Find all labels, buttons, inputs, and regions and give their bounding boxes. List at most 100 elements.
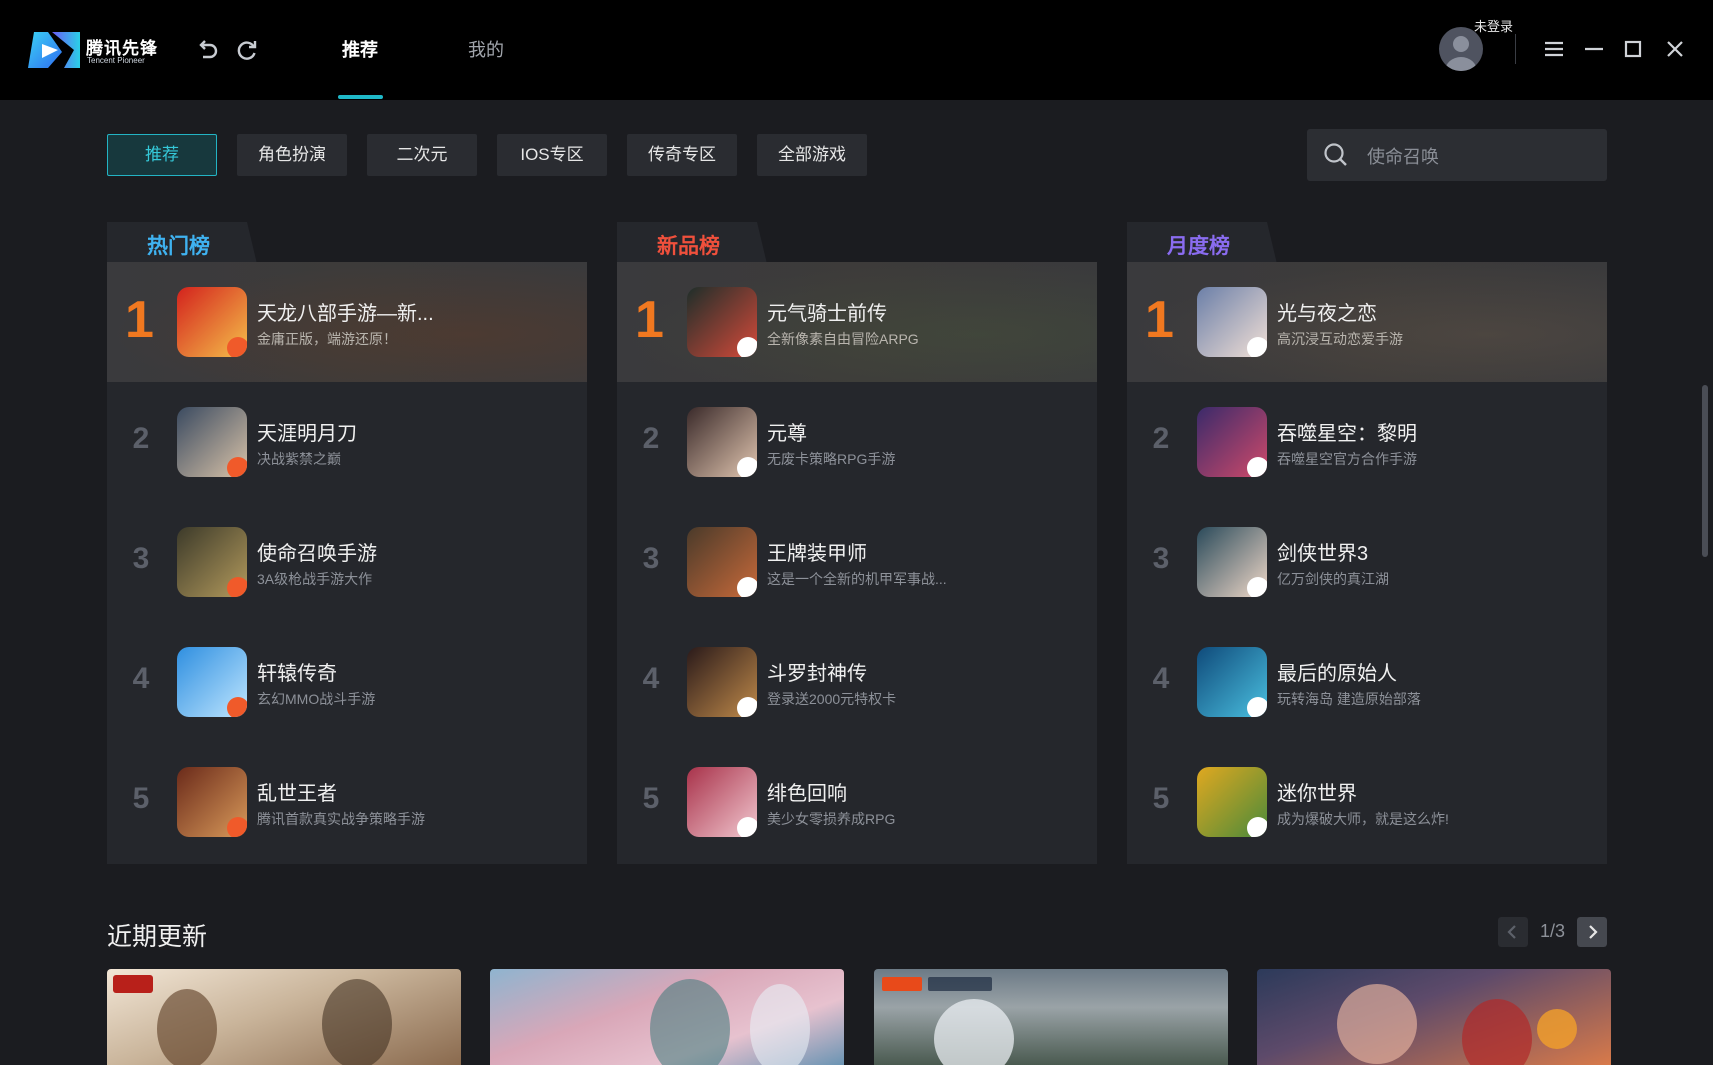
rank-number: 2 [1152, 422, 1170, 455]
game-description: 美少女零损养成RPG [767, 811, 896, 827]
tab-recommend[interactable]: 推荐 [342, 36, 378, 62]
recent-card[interactable] [490, 969, 844, 1065]
recent-card[interactable] [1257, 969, 1611, 1065]
filter-ios[interactable]: IOS专区 [497, 134, 607, 176]
search-input[interactable]: 使命召唤 [1307, 129, 1607, 181]
game-description: 成为爆破大师，就是这么炸! [1277, 811, 1449, 827]
list-item[interactable]: 2 吞噬星空：黎明吞噬星空官方合作手游 [1127, 382, 1607, 502]
platform-badge-icon [1247, 697, 1267, 717]
game-description: 金庸正版，端游还原！ [257, 331, 397, 347]
game-banner-image [113, 975, 392, 1065]
login-status[interactable]: 未登录 [1474, 16, 1513, 35]
game-name: 光与夜之恋 [1277, 303, 1377, 325]
platform-badge-icon [1247, 817, 1267, 837]
list-item[interactable]: 1 元气骑士前传 全新像素自由冒险ARPG [617, 262, 1097, 382]
list-item[interactable]: 5 迷你世界 成为爆破大师，就是这么炸! [1127, 742, 1607, 862]
list-item[interactable]: 2 天涯明月刀 决战紫禁之巅 [107, 382, 587, 502]
rank-number: 5 [1152, 782, 1170, 815]
rank-number: 3 [642, 542, 660, 575]
platform-badge-icon [227, 577, 247, 597]
ranking-title: 新品榜 [657, 235, 720, 258]
game-icon[interactable] [687, 527, 757, 597]
game-name: 王牌装甲师 [767, 543, 867, 565]
prev-page-button[interactable] [1498, 917, 1528, 947]
platform-badge-icon [227, 697, 247, 717]
list-item[interactable]: 3 王牌装甲师 这是一个全新的机甲军事战... [617, 502, 1097, 622]
game-icon[interactable] [687, 647, 757, 717]
game-name: 乱世王者 [257, 783, 337, 805]
game-icon[interactable] [687, 287, 757, 357]
avatar[interactable] [1439, 27, 1483, 71]
game-icon[interactable] [177, 407, 247, 477]
game-banner-image [1337, 984, 1577, 1065]
game-icon[interactable] [687, 407, 757, 477]
game-icon[interactable] [177, 767, 247, 837]
active-tab-indicator [338, 95, 383, 99]
list-item[interactable]: 3 使命召唤手游 3A级枪战手游大作 [107, 502, 587, 622]
platform-badge-icon [1247, 457, 1267, 477]
game-icon[interactable] [177, 527, 247, 597]
menu-icon[interactable] [1541, 36, 1567, 62]
game-banner-image [882, 977, 1014, 1065]
minimize-icon[interactable] [1581, 36, 1607, 62]
search-icon [1324, 143, 1347, 166]
list-item[interactable]: 4 最后的原始人 玩转海岛 建造原始部落 [1127, 622, 1607, 742]
game-icon[interactable] [1197, 407, 1267, 477]
next-page-button[interactable] [1577, 917, 1607, 947]
maximize-icon[interactable] [1620, 36, 1646, 62]
platform-badge-icon [227, 337, 247, 357]
list-item[interactable]: 2 元尊 无废卡策略RPG手游 [617, 382, 1097, 502]
game-description: 登录送2000元特权卡 [767, 691, 897, 707]
game-icon[interactable] [177, 647, 247, 717]
game-description: 3A级枪战手游大作 [257, 571, 373, 587]
game-icon[interactable] [177, 287, 247, 357]
game-banner-image [650, 979, 810, 1065]
filter-anime[interactable]: 二次元 [367, 134, 477, 176]
ranking-panel-tab: 新品榜 [617, 222, 767, 264]
game-icon[interactable] [1197, 767, 1267, 837]
game-icon[interactable] [1197, 647, 1267, 717]
ranking-list: 1 天龙八部手游—新... 金庸正版，端游还原！ 2 天涯明月刀 决战紫禁之巅 3 使命召唤手… [107, 262, 587, 864]
rank-number: 3 [132, 542, 150, 575]
app-logo: 腾讯先锋 Tencent Pioneer [28, 28, 163, 72]
game-name: 天涯明月刀 [257, 423, 357, 445]
filter-recommend[interactable]: 推荐 [107, 134, 217, 176]
platform-badge-icon [737, 337, 757, 357]
rank-number: 5 [132, 782, 150, 815]
logo-icon [28, 32, 80, 68]
filter-legend[interactable]: 传奇专区 [627, 134, 737, 176]
recent-card[interactable] [107, 969, 461, 1065]
back-icon[interactable] [193, 36, 221, 64]
list-item[interactable]: 4 斗罗封神传 登录送2000元特权卡 [617, 622, 1097, 742]
list-item[interactable]: 3 剑侠世界3 亿万剑侠的真江湖 [1127, 502, 1607, 622]
ranking-list: 1 元气骑士前传 全新像素自由冒险ARPG 2 元尊 无废卡策略RPG手游 3 王牌装甲师 这是… [617, 262, 1097, 864]
rank-number: 4 [642, 662, 660, 695]
list-item[interactable]: 1 天龙八部手游—新... 金庸正版，端游还原！ [107, 262, 587, 382]
platform-badge-icon [227, 457, 247, 477]
rank-number: 1 [1145, 291, 1174, 349]
game-icon[interactable] [1197, 287, 1267, 357]
pager-indicator: 1/3 [1540, 921, 1566, 941]
platform-badge-icon [737, 457, 757, 477]
list-item[interactable]: 1 光与夜之恋 高沉浸互动恋爱手游 [1127, 262, 1607, 382]
list-item[interactable]: 5 绯色回响 美少女零损养成RPG [617, 742, 1097, 862]
user-icon [1445, 36, 1477, 71]
tab-mine[interactable]: 我的 [468, 36, 504, 62]
filter-all-games[interactable]: 全部游戏 [757, 134, 867, 176]
game-description: 亿万剑侠的真江湖 [1277, 571, 1389, 587]
filter-role-play[interactable]: 角色扮演 [237, 134, 347, 176]
game-description: 吞噬星空官方合作手游 [1277, 451, 1417, 467]
game-name: 元气骑士前传 [767, 303, 887, 325]
close-icon[interactable] [1662, 36, 1688, 62]
game-name: 吞噬星空：黎明 [1277, 423, 1417, 445]
scrollbar[interactable] [1702, 385, 1708, 557]
list-item[interactable]: 5 乱世王者 腾讯首款真实战争策略手游 [107, 742, 587, 862]
refresh-icon[interactable] [233, 36, 261, 64]
game-icon[interactable] [687, 767, 757, 837]
platform-badge-icon [737, 577, 757, 597]
list-item[interactable]: 4 轩辕传奇 玄幻MMO战斗手游 [107, 622, 587, 742]
game-icon[interactable] [1197, 527, 1267, 597]
recent-card[interactable] [874, 969, 1228, 1065]
game-description: 决战紫禁之巅 [257, 451, 341, 467]
ranking-panel: 热门榜 1 天龙八部手游—新... 金庸正版，端游还原！ 2 天涯明月刀 决战紫禁之巅 3 使命… [107, 222, 587, 864]
